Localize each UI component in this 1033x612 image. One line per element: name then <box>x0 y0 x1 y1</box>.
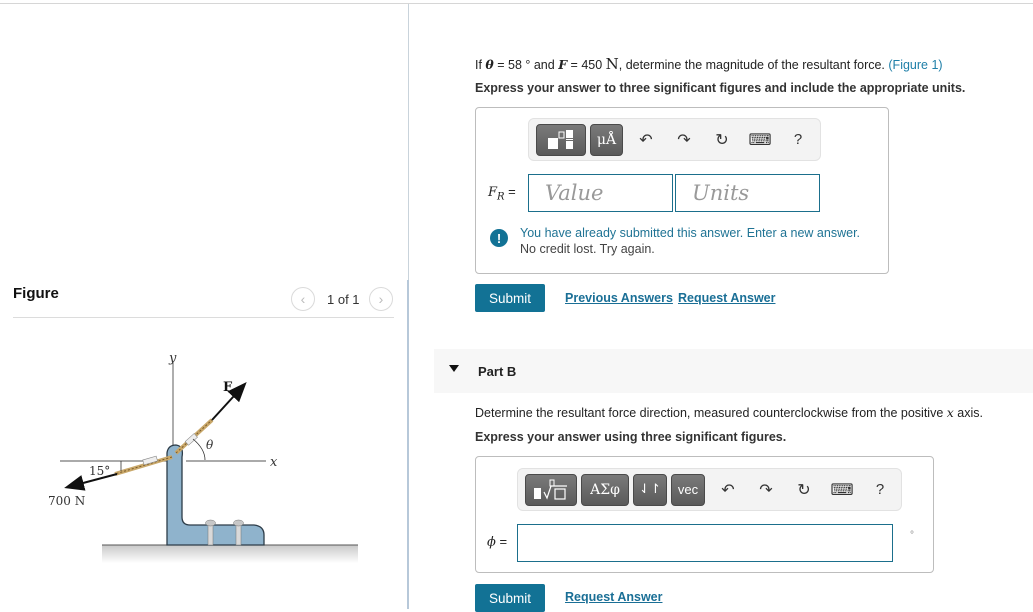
cleat-bracket <box>166 444 265 546</box>
part-a-submit-button[interactable]: Submit <box>475 284 545 312</box>
figure-next-button[interactable]: › <box>369 287 393 311</box>
newton-unit: N <box>605 55 619 73</box>
bolt-1 <box>207 522 214 546</box>
chevron-left-icon: ‹ <box>300 291 306 307</box>
radical-template-icon <box>534 479 567 500</box>
help-button[interactable]: ? <box>779 131 817 148</box>
part-a-math-toolbar: μÅ ↶ ↷ ↻ ⌨ ? <box>528 118 821 161</box>
radical-templates-button[interactable] <box>525 473 577 506</box>
part-b-instruction: Express your answer using three signific… <box>475 430 787 444</box>
theta-arc <box>192 438 206 461</box>
bolt-2 <box>235 522 242 546</box>
part-b-header[interactable] <box>434 349 1033 393</box>
figure-pager-count: 1 of 1 <box>327 292 360 307</box>
undo-icon[interactable]: ↶ <box>709 480 747 500</box>
keyboard-icon[interactable]: ⌨ <box>823 480 861 500</box>
redo-icon[interactable]: ↷ <box>747 480 785 500</box>
part-a-instruction: Express your answer to three significant… <box>475 81 966 95</box>
ground <box>102 545 358 563</box>
force-diagram: y x F θ 15° 700 N <box>48 351 358 563</box>
phi-answer-input[interactable] <box>517 524 893 562</box>
f-symbol: F <box>558 57 568 72</box>
figure-1-link[interactable]: (Figure 1) <box>888 58 942 72</box>
phi-label: ϕ = <box>487 534 508 550</box>
theta-label: θ <box>206 438 214 452</box>
angle-15-label: 15° <box>89 464 110 478</box>
reset-icon[interactable]: ↻ <box>785 480 823 500</box>
y-axis-label: y <box>168 351 177 366</box>
units-button[interactable]: μÅ <box>590 123 623 156</box>
templates-icon <box>548 129 573 149</box>
panel-resize-handle[interactable] <box>407 280 409 609</box>
caret-down-icon[interactable] <box>449 365 459 372</box>
reset-icon[interactable]: ↻ <box>703 130 741 150</box>
part-a-request-answer-link[interactable]: Request Answer <box>678 291 775 305</box>
fr-label: FR = <box>488 184 516 203</box>
templates-button[interactable] <box>536 123 586 156</box>
theta-symbol: θ <box>485 57 494 72</box>
part-b-question: Determine the resultant force direction,… <box>475 405 983 420</box>
units-input[interactable]: Units <box>675 174 820 212</box>
arrows-button[interactable]: ⇃↾ <box>633 473 667 506</box>
value-input[interactable]: Value <box>528 174 673 212</box>
vector-button[interactable]: vec <box>671 473 705 506</box>
part-b-title: Part B <box>478 364 517 379</box>
top-border <box>0 3 1033 4</box>
chevron-right-icon: › <box>378 291 384 307</box>
help-button[interactable]: ? <box>861 481 899 498</box>
figure-panel-title: Figure <box>13 285 59 302</box>
force-F-label: F <box>223 380 233 395</box>
redo-icon[interactable]: ↷ <box>665 130 703 150</box>
x-axis-label: x <box>270 455 278 470</box>
part-b-math-toolbar: ΑΣφ ⇃↾ vec ↶ ↷ ↻ ⌨ ? <box>517 468 902 511</box>
keyboard-icon[interactable]: ⌨ <box>741 130 779 150</box>
greek-symbols-button[interactable]: ΑΣφ <box>581 473 629 506</box>
feedback-message: You have already submitted this answer. … <box>520 226 861 256</box>
part-a-question: If θ = 58 ° and F = 450 N, determine the… <box>475 55 943 73</box>
degree-unit: ° <box>910 530 914 541</box>
alert-icon: ! <box>490 229 508 247</box>
panel-divider-upper <box>408 4 409 280</box>
figure-header-divider <box>13 317 394 318</box>
part-b-submit-button[interactable]: Submit <box>475 584 545 612</box>
figure-prev-button[interactable]: ‹ <box>291 287 315 311</box>
undo-icon[interactable]: ↶ <box>627 130 665 150</box>
load-700N-label: 700 N <box>48 494 85 508</box>
part-b-request-answer-link[interactable]: Request Answer <box>565 590 662 604</box>
previous-answers-link[interactable]: Previous Answers <box>565 291 673 305</box>
